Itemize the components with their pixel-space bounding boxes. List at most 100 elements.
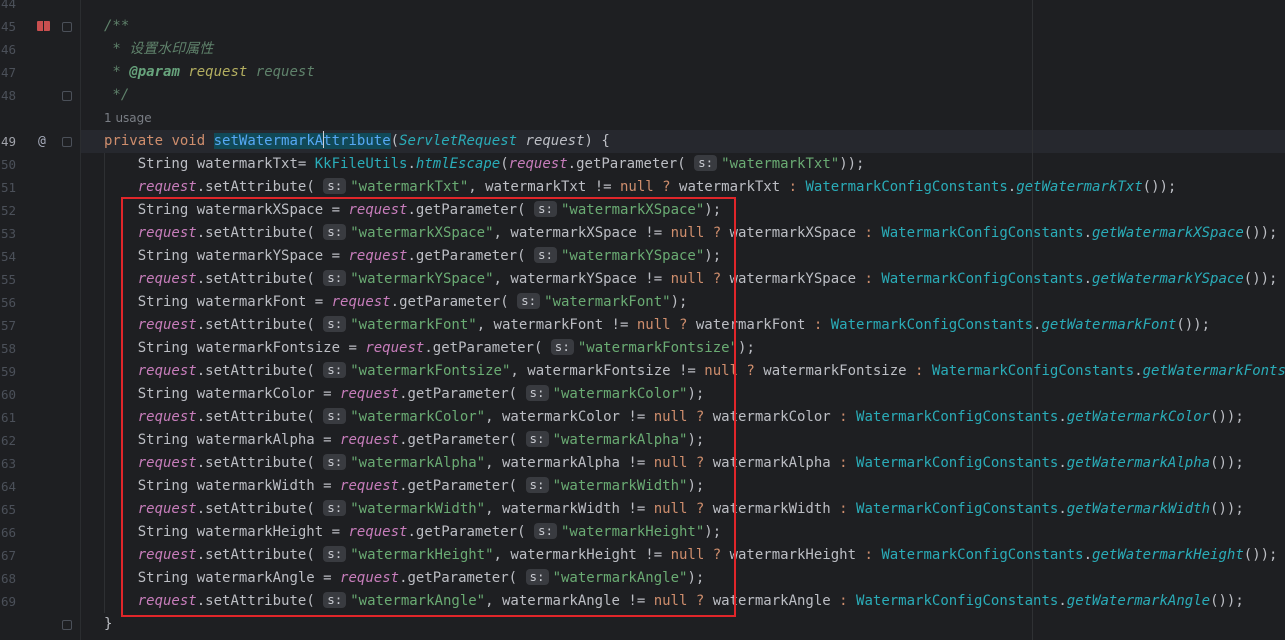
static-method: getWatermarkXSpace [1092, 225, 1244, 241]
line-number: 61 [0, 410, 16, 425]
annotation-highlight-box [121, 197, 736, 617]
doc-comment: * 设置水印属性 [104, 41, 214, 57]
class-name: WatermarkConfigConstants [856, 501, 1059, 517]
static-method: getWatermarkTxt [1016, 179, 1143, 195]
static-method: getWatermarkAlpha [1066, 455, 1211, 471]
code-text: String watermarkTxt= KkFileUtils.htmlEsc… [137, 155, 865, 172]
class-name: KkFileUtils [314, 156, 408, 172]
ternary: : [906, 363, 932, 379]
param-name: request [525, 133, 585, 149]
usage-hint[interactable]: 1 usage [104, 107, 152, 130]
code-line[interactable]: 49 @ private void setWatermarkAttribute(Se… [0, 130, 1285, 153]
variable: watermarkFontsize [763, 363, 907, 379]
class-name: WatermarkConfigConstants [881, 225, 1084, 241]
line-number: 59 [0, 364, 16, 379]
doc-param-desc: request [255, 64, 315, 80]
variable: watermarkTxt [485, 179, 587, 195]
string-literal: "watermarkTxt" [721, 156, 840, 172]
ternary: : [805, 317, 831, 333]
line-number: 53 [0, 226, 16, 241]
variable: watermarkHeight [729, 547, 857, 563]
method-call: getParameter [576, 156, 678, 172]
doc-param-tag: @param [129, 64, 180, 80]
static-method: getWatermarkColor [1066, 409, 1211, 425]
fold-icon[interactable] [62, 137, 72, 147]
line-number: 62 [0, 433, 16, 448]
line-number: 52 [0, 203, 16, 218]
fold-icon[interactable] [62, 620, 72, 630]
ternary: : [780, 179, 806, 195]
line-number: 56 [0, 295, 16, 310]
code-line[interactable]: 45 /** [0, 15, 1285, 38]
ternary: ? [653, 179, 680, 195]
static-method: getWatermarkHeight [1092, 547, 1244, 563]
code-line[interactable]: 44 [0, 0, 1285, 15]
line-number: 55 [0, 272, 16, 287]
closing-brace: } [104, 616, 113, 632]
param-hint: s: [323, 178, 347, 194]
line-number: 68 [0, 571, 16, 586]
class-name: WatermarkConfigConstants [931, 363, 1135, 379]
code-text: * @param request request [104, 61, 315, 84]
fold-icon[interactable] [62, 91, 72, 101]
code-text: } [104, 613, 112, 636]
static-method: getWatermarkWidth [1066, 501, 1211, 517]
ternary: : [856, 225, 882, 241]
ternary: ? [738, 363, 764, 379]
doc-comment: */ [104, 87, 130, 103]
class-name: WatermarkConfigConstants [830, 317, 1034, 333]
ternary: : [856, 271, 882, 287]
code-line[interactable]: 51 request.setAttribute( s: "watermarkTxt… [0, 176, 1285, 199]
variable: watermarkTxt [679, 179, 781, 195]
class-name: WatermarkConfigConstants [856, 455, 1059, 471]
line-number: 69 [0, 594, 16, 609]
class-name: WatermarkConfigConstants [805, 179, 1008, 195]
code-line[interactable]: 48 */ [0, 84, 1285, 107]
ternary: : [856, 547, 882, 563]
doc-comment: /** [104, 18, 130, 34]
local-var: request [508, 156, 568, 172]
line-number: 66 [0, 525, 16, 540]
decl-tail: ) { [584, 133, 610, 149]
line-number: 48 [0, 88, 16, 103]
static-method: getWatermarkFont [1041, 317, 1177, 333]
doc-param-name: request [188, 64, 248, 80]
code-text: */ [104, 84, 129, 107]
code-editor[interactable]: 44 45/** 46 * 设置水印属性 47 * @param request re… [0, 0, 1285, 640]
class-name: WatermarkConfigConstants [856, 409, 1059, 425]
local-var: request [137, 179, 197, 195]
static-method: getWatermarkFontsize [1142, 363, 1285, 379]
line-number: 46 [0, 42, 16, 57]
code-line[interactable]: 1 usage [0, 107, 1285, 130]
code-text: private void setWatermarkAttribute(Servl… [104, 131, 610, 149]
line-number: 63 [0, 456, 16, 471]
line-number: 54 [0, 249, 16, 264]
line-number: 57 [0, 318, 16, 333]
keyword: private [104, 133, 164, 149]
variable: watermarkXSpace [729, 225, 857, 241]
operator: = [297, 156, 315, 172]
method-name[interactable]: setWatermarkAttribute [213, 131, 391, 149]
static-method: getWatermarkAngle [1066, 593, 1211, 609]
line-number: 50 [0, 157, 16, 172]
variable: watermarkYSpace [729, 271, 857, 287]
bookmark-icon [37, 21, 50, 31]
line-number: 58 [0, 341, 16, 356]
code-line[interactable]: 50 String watermarkTxt= KkFileUtils.html… [0, 153, 1285, 176]
type-name: String [137, 156, 189, 172]
implements-icon[interactable]: @ [38, 130, 46, 153]
code-line[interactable]: 47 * @param request request [0, 61, 1285, 84]
variable: watermarkTxt [196, 156, 298, 172]
ternary: : [830, 455, 857, 471]
code-line[interactable]: 46 * 设置水印属性 [0, 38, 1285, 61]
method-name-part: ttribute [323, 133, 391, 149]
ternary: : [830, 409, 857, 425]
static-method: htmlEscape [415, 156, 501, 172]
ternary: : [830, 593, 857, 609]
code-text: request.setAttribute( s: "watermarkTxt", … [137, 178, 1177, 195]
class-name: WatermarkConfigConstants [856, 593, 1059, 609]
fold-icon[interactable] [62, 22, 72, 32]
doc-comment-prefix: * [104, 64, 130, 80]
keyword: null [620, 179, 654, 195]
code-text: * 设置水印属性 [104, 38, 213, 61]
